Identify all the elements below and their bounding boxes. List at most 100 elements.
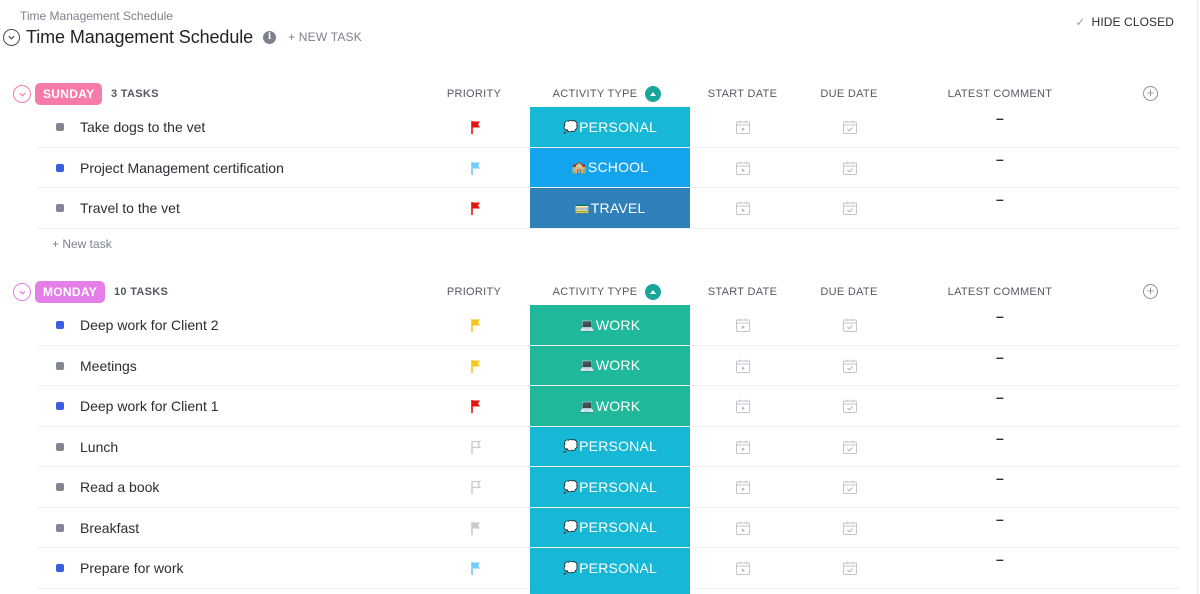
collapse-list-button[interactable] xyxy=(3,28,20,46)
task-row[interactable]: Take dogs to the vet 💭 PERSONAL – xyxy=(0,107,1200,148)
due-date-calendar-icon[interactable] xyxy=(842,560,858,576)
hide-closed-toggle[interactable]: ✓ HIDE CLOSED xyxy=(1075,15,1174,29)
due-date-calendar-icon[interactable] xyxy=(842,317,858,333)
activity-type-cell[interactable]: 💻 WORK xyxy=(530,386,690,426)
start-date-calendar-icon[interactable] xyxy=(735,439,751,455)
sort-ascending-icon[interactable] xyxy=(645,86,661,102)
column-header-start-date[interactable]: START DATE xyxy=(700,88,785,100)
priority-flag-icon[interactable] xyxy=(468,160,484,176)
add-column-plus-icon[interactable]: + xyxy=(1143,86,1158,101)
priority-flag-icon[interactable] xyxy=(468,479,484,495)
sort-ascending-icon[interactable] xyxy=(645,284,661,300)
task-row[interactable]: Deep work for Client 2 💻 WORK – xyxy=(0,305,1200,346)
start-date-calendar-icon[interactable] xyxy=(735,119,751,135)
due-date-calendar-icon[interactable] xyxy=(842,439,858,455)
task-row[interactable]: Meetings 💻 WORK – xyxy=(0,345,1200,387)
task-status-square[interactable] xyxy=(56,483,64,491)
new-task-button[interactable]: + NEW TASK xyxy=(288,30,362,44)
task-name[interactable]: Read a book xyxy=(80,479,159,495)
task-name[interactable]: Lunch xyxy=(80,439,118,455)
activity-type-cell[interactable]: 💭 PERSONAL xyxy=(530,107,690,147)
task-row[interactable]: Breakfast 💭 PERSONAL – xyxy=(0,507,1200,549)
group-status-pill[interactable]: SUNDAY xyxy=(35,83,103,105)
priority-flag-icon[interactable] xyxy=(468,398,484,414)
column-header-priority[interactable]: PRIORITY xyxy=(444,286,504,298)
task-name[interactable]: Take dogs to the vet xyxy=(80,119,205,135)
task-status-square[interactable] xyxy=(56,442,64,451)
priority-flag-icon[interactable] xyxy=(468,439,484,455)
latest-comment[interactable]: – xyxy=(996,470,1004,486)
due-date-calendar-icon[interactable] xyxy=(842,119,858,135)
task-name[interactable]: Prepare for work xyxy=(80,560,183,576)
group-collapse-button[interactable] xyxy=(13,85,31,103)
activity-type-cell[interactable]: 💭 PERSONAL xyxy=(530,507,690,547)
task-status-square[interactable] xyxy=(56,123,64,131)
task-status-square[interactable] xyxy=(56,402,64,410)
latest-comment[interactable]: – xyxy=(996,430,1004,446)
due-date-calendar-icon[interactable] xyxy=(842,200,858,216)
task-name[interactable]: Meetings xyxy=(80,358,137,374)
latest-comment[interactable]: – xyxy=(996,308,1004,324)
task-status-square[interactable] xyxy=(56,321,64,329)
priority-flag-icon[interactable] xyxy=(468,317,484,333)
activity-type-cell[interactable]: 💭 PERSONAL xyxy=(530,467,690,507)
activity-type-cell[interactable]: 🚃 TRAVEL xyxy=(530,188,690,228)
latest-comment[interactable]: – xyxy=(996,389,1004,405)
start-date-calendar-icon[interactable] xyxy=(735,317,751,333)
task-row[interactable]: Read a book 💭 PERSONAL – xyxy=(0,467,1200,508)
latest-comment[interactable]: – xyxy=(996,551,1004,567)
column-header-due-date[interactable]: DUE DATE xyxy=(810,88,888,100)
task-status-square[interactable] xyxy=(56,361,64,370)
info-icon[interactable]: i xyxy=(263,30,277,44)
column-header-due-date[interactable]: DUE DATE xyxy=(810,286,888,298)
priority-flag-icon[interactable] xyxy=(468,358,484,374)
activity-type-cell[interactable]: 💻 WORK xyxy=(530,345,690,385)
task-name[interactable]: Breakfast xyxy=(80,520,139,536)
task-name[interactable]: Project Management certification xyxy=(80,160,284,176)
group-status-pill[interactable]: MONDAY xyxy=(35,281,106,303)
start-date-calendar-icon[interactable] xyxy=(735,358,751,374)
activity-type-cell[interactable]: 💭 PERSONAL xyxy=(530,426,690,466)
due-date-calendar-icon[interactable] xyxy=(842,160,858,176)
start-date-calendar-icon[interactable] xyxy=(735,160,751,176)
priority-flag-icon[interactable] xyxy=(468,560,484,576)
start-date-calendar-icon[interactable] xyxy=(735,560,751,576)
new-task-link[interactable]: + New task xyxy=(52,237,112,251)
task-row[interactable]: Travel to the vet 🚃 TRAVEL – xyxy=(0,188,1200,229)
add-column-plus-icon[interactable]: + xyxy=(1143,284,1158,299)
start-date-calendar-icon[interactable] xyxy=(735,479,751,495)
breadcrumb[interactable]: Time Management Schedule xyxy=(20,9,173,23)
due-date-calendar-icon[interactable] xyxy=(842,398,858,414)
priority-flag-icon[interactable] xyxy=(468,520,484,536)
latest-comment[interactable]: – xyxy=(996,151,1004,167)
activity-type-cell[interactable]: 💭 PERSONAL xyxy=(530,548,690,588)
task-status-square[interactable] xyxy=(56,564,64,572)
start-date-calendar-icon[interactable] xyxy=(735,520,751,536)
latest-comment[interactable]: – xyxy=(996,511,1004,527)
latest-comment[interactable]: – xyxy=(996,191,1004,207)
due-date-calendar-icon[interactable] xyxy=(842,479,858,495)
task-status-square[interactable] xyxy=(56,523,64,532)
start-date-calendar-icon[interactable] xyxy=(735,398,751,414)
task-name[interactable]: Travel to the vet xyxy=(80,200,180,216)
task-row[interactable]: Deep work for Client 1 💻 WORK – xyxy=(0,386,1200,427)
priority-flag-icon[interactable] xyxy=(468,119,484,135)
task-name[interactable]: Deep work for Client 2 xyxy=(80,317,219,333)
column-header-start-date[interactable]: START DATE xyxy=(700,286,785,298)
latest-comment[interactable]: – xyxy=(996,349,1004,365)
activity-type-cell[interactable]: 💻 WORK xyxy=(530,305,690,345)
priority-flag-icon[interactable] xyxy=(468,200,484,216)
column-header-priority[interactable]: PRIORITY xyxy=(444,88,504,100)
column-header-activity-type[interactable]: ACTIVITY TYPE xyxy=(540,286,650,298)
task-status-square[interactable] xyxy=(56,163,64,172)
activity-type-cell[interactable]: 🏫 SCHOOL xyxy=(530,147,690,187)
latest-comment[interactable]: – xyxy=(996,110,1004,126)
due-date-calendar-icon[interactable] xyxy=(842,358,858,374)
task-row[interactable]: Prepare for work 💭 PERSONAL – xyxy=(0,548,1200,589)
task-status-square[interactable] xyxy=(56,204,64,212)
column-header-latest-comment[interactable]: LATEST COMMENT xyxy=(935,88,1065,100)
task-row[interactable]: Project Management certification 🏫 SCHOOL – xyxy=(0,147,1200,189)
due-date-calendar-icon[interactable] xyxy=(842,520,858,536)
task-name[interactable]: Deep work for Client 1 xyxy=(80,398,219,414)
task-row[interactable]: Lunch 💭 PERSONAL – xyxy=(0,426,1200,468)
